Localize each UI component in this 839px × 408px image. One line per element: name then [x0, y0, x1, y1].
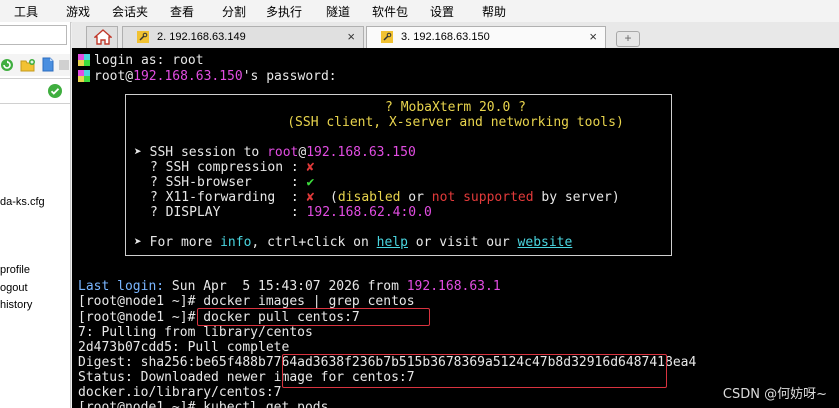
menu-packages[interactable]: 软件包	[372, 3, 408, 20]
file-item[interactable]: da-ks.cfg	[0, 196, 45, 208]
watermark: CSDN @何妨呀~	[722, 387, 827, 402]
more-icon[interactable]	[58, 58, 70, 72]
menu-settings[interactable]: 设置	[430, 3, 454, 20]
info-link[interactable]: info	[220, 235, 251, 250]
banner-title: ? MobaXterm 20.0 ?	[385, 100, 526, 115]
menu-multiexec[interactable]: 多执行	[266, 3, 302, 20]
file-item[interactable]: history	[0, 299, 32, 311]
menu-help[interactable]: 帮助	[482, 3, 506, 20]
file-item[interactable]: ogout	[0, 282, 28, 294]
menu-view[interactable]: 查看	[170, 3, 194, 20]
terminal-line: [root@node1 ~]# docker images | grep cen…	[78, 294, 415, 309]
tab-session-2[interactable]: 2. 192.168.63.149 ×	[122, 26, 364, 48]
sftp-sidebar: da-ks.cfg profile ogout history	[0, 22, 71, 408]
new-tab-button[interactable]: +	[616, 31, 640, 47]
close-tab-icon[interactable]: ×	[589, 29, 597, 44]
tab-session-3[interactable]: 3. 192.168.63.150 ×	[366, 26, 606, 48]
website-link[interactable]: website	[518, 235, 573, 250]
moba-icon	[78, 54, 90, 66]
follow-folder-check-icon[interactable]	[47, 83, 63, 99]
banner-info-line: ➤ For more info, ctrl+click on help or v…	[134, 235, 573, 250]
session-tab-bar: 2. 192.168.63.149 × 3. 192.168.63.150 × …	[72, 22, 839, 48]
terminal-line: docker.io/library/centos:7	[78, 385, 282, 400]
home-tab[interactable]	[86, 26, 118, 48]
path-input[interactable]	[0, 25, 67, 45]
menu-bar: 工具 游戏 会话夹 查看 分割 多执行 隧道 软件包 设置 帮助	[0, 0, 839, 23]
terminal-line: root@192.168.63.150's password:	[78, 69, 337, 84]
moba-icon	[78, 70, 90, 82]
key-icon	[137, 31, 149, 43]
banner-display-line: ? DISPLAY : 192.168.62.4:0.0	[150, 205, 432, 220]
menu-tunneling[interactable]: 隧道	[326, 3, 350, 20]
file-item[interactable]: profile	[0, 264, 30, 276]
banner-subtitle: (SSH client, X-server and networking too…	[287, 115, 624, 130]
sftp-toolbar	[0, 54, 70, 76]
refresh-icon[interactable]	[0, 58, 14, 72]
terminal-area[interactable]: login as: root root@192.168.63.150's pas…	[72, 48, 839, 408]
tab-label: 2. 192.168.63.149	[157, 31, 246, 43]
close-tab-icon[interactable]: ×	[347, 29, 355, 44]
terminal-line: login as: root	[78, 53, 204, 68]
terminal-line: 7: Pulling from library/centos	[78, 325, 313, 340]
banner-browser-line: ? SSH-browser : ✔	[150, 175, 315, 190]
help-link[interactable]: help	[377, 235, 408, 250]
highlight-box-command	[197, 308, 430, 326]
terminal-line: 2d473b07cdd5: Pull complete	[78, 340, 290, 355]
highlight-box-digest	[282, 354, 667, 388]
key-icon	[381, 31, 393, 43]
tab-label: 3. 192.168.63.150	[401, 31, 490, 43]
menu-tools[interactable]: 工具	[14, 3, 38, 20]
banner-compression-line: ? SSH compression : ✘	[150, 160, 315, 175]
terminal-line: [root@node1 ~]# kubectl get pods	[78, 400, 329, 408]
last-login-line: Last login: Sun Apr 5 15:43:07 2026 from…	[78, 279, 501, 294]
follow-terminal-row	[0, 78, 70, 104]
new-file-icon[interactable]	[42, 57, 56, 72]
menu-split[interactable]: 分割	[222, 3, 246, 20]
home-icon	[93, 29, 113, 50]
banner-session-line: ➤ SSH session to root@192.168.63.150	[134, 145, 416, 160]
banner-x11-line: ? X11-forwarding : ✘ (disabled or not su…	[150, 190, 620, 205]
menu-games[interactable]: 游戏	[66, 3, 90, 20]
menu-sessions[interactable]: 会话夹	[112, 3, 148, 20]
new-folder-icon[interactable]	[20, 58, 35, 72]
